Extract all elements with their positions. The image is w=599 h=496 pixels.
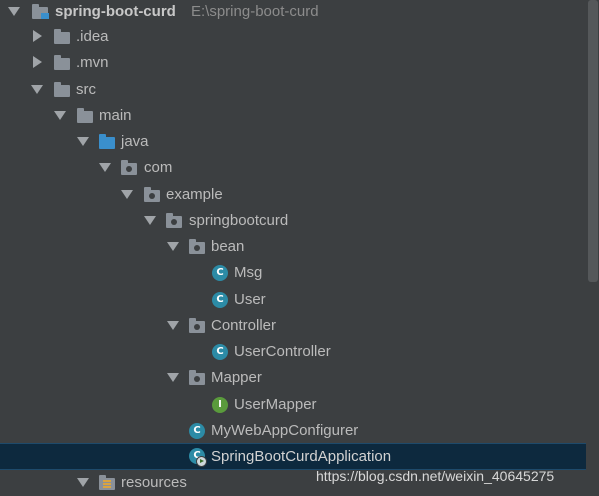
interface-icon: I: [212, 397, 228, 413]
tree-label: bean: [211, 238, 245, 255]
expand-arrow-icon[interactable]: [54, 111, 66, 120]
tree-row-controller[interactable]: Controller: [0, 313, 586, 339]
tree-label: com: [144, 159, 173, 176]
package-icon: [166, 213, 182, 228]
expand-arrow-icon[interactable]: [167, 373, 179, 382]
tree-label: example: [166, 186, 223, 203]
tree-row-mapper[interactable]: Mapper: [0, 365, 586, 391]
tree-label: main: [99, 107, 132, 124]
collapse-arrow-icon[interactable]: [33, 30, 42, 42]
tree-label: src: [76, 81, 96, 98]
project-path: E:\spring-boot-curd: [191, 3, 319, 20]
project-tree: spring-boot-curd E:\spring-boot-curd .id…: [0, 0, 599, 496]
folder-icon: [77, 108, 93, 123]
tree-label: resources: [121, 474, 187, 491]
tree-label: User: [234, 291, 266, 308]
tree-row-src[interactable]: src: [0, 77, 586, 103]
tree-label: Controller: [211, 317, 277, 334]
module-folder-icon: [32, 4, 49, 19]
source-folder-icon: [99, 134, 115, 149]
resources-folder-icon: [99, 475, 115, 490]
watermark-text: https://blog.csdn.net/weixin_40645275: [316, 468, 555, 484]
tree-row-java[interactable]: java: [0, 129, 586, 155]
package-icon: [189, 239, 205, 254]
tree-row-mvn[interactable]: .mvn: [0, 50, 586, 76]
tree-label: Msg: [234, 264, 263, 281]
tree-label: MyWebAppConfigurer: [211, 422, 359, 439]
tree-row-idea[interactable]: .idea: [0, 24, 586, 50]
tree-row-main[interactable]: main: [0, 103, 586, 129]
package-icon: [189, 318, 205, 333]
class-icon: C: [212, 265, 228, 281]
folder-icon: [54, 55, 70, 70]
tree-row-example[interactable]: example: [0, 182, 586, 208]
tree-row-msg[interactable]: C Msg: [0, 260, 586, 286]
tree-row-bean[interactable]: bean: [0, 234, 586, 260]
collapse-arrow-icon[interactable]: [33, 56, 42, 68]
tree-label: .idea: [76, 28, 109, 45]
package-icon: [144, 187, 160, 202]
tree-row-web-config[interactable]: C MyWebAppConfigurer: [0, 418, 586, 444]
project-name: spring-boot-curd: [55, 3, 176, 20]
tree-row-user[interactable]: C User: [0, 287, 586, 313]
folder-icon: [54, 82, 70, 97]
folder-icon: [54, 29, 70, 44]
tree-row-project[interactable]: spring-boot-curd E:\spring-boot-curd: [0, 0, 586, 25]
tree-label: springbootcurd: [189, 212, 289, 229]
tree-label: UserController: [234, 343, 331, 360]
tree-label: SpringBootCurdApplication: [211, 448, 392, 465]
vertical-scrollbar[interactable]: [588, 0, 598, 282]
class-icon: C: [212, 344, 228, 360]
run-badge-icon: [196, 456, 207, 467]
class-icon: C: [189, 423, 205, 439]
tree-row-user-controller[interactable]: C UserController: [0, 339, 586, 365]
tree-label: UserMapper: [234, 396, 317, 413]
expand-arrow-icon[interactable]: [31, 85, 43, 94]
tree-label: java: [121, 133, 149, 150]
tree-label: .mvn: [76, 54, 109, 71]
expand-arrow-icon[interactable]: [8, 7, 20, 16]
expand-arrow-icon[interactable]: [77, 137, 89, 146]
tree-row-application[interactable]: C SpringBootCurdApplication: [0, 443, 586, 470]
expand-arrow-icon[interactable]: [167, 242, 179, 251]
package-icon: [189, 370, 205, 385]
tree-label: Mapper: [211, 369, 262, 386]
expand-arrow-icon[interactable]: [167, 321, 179, 330]
class-icon: C: [212, 292, 228, 308]
expand-arrow-icon[interactable]: [99, 163, 111, 172]
tree-row-user-mapper[interactable]: I UserMapper: [0, 392, 586, 418]
expand-arrow-icon[interactable]: [121, 190, 133, 199]
expand-arrow-icon[interactable]: [77, 478, 89, 487]
package-icon: [121, 160, 137, 175]
tree-row-springbootcurd[interactable]: springbootcurd: [0, 208, 586, 234]
expand-arrow-icon[interactable]: [144, 216, 156, 225]
tree-row-com[interactable]: com: [0, 155, 586, 181]
